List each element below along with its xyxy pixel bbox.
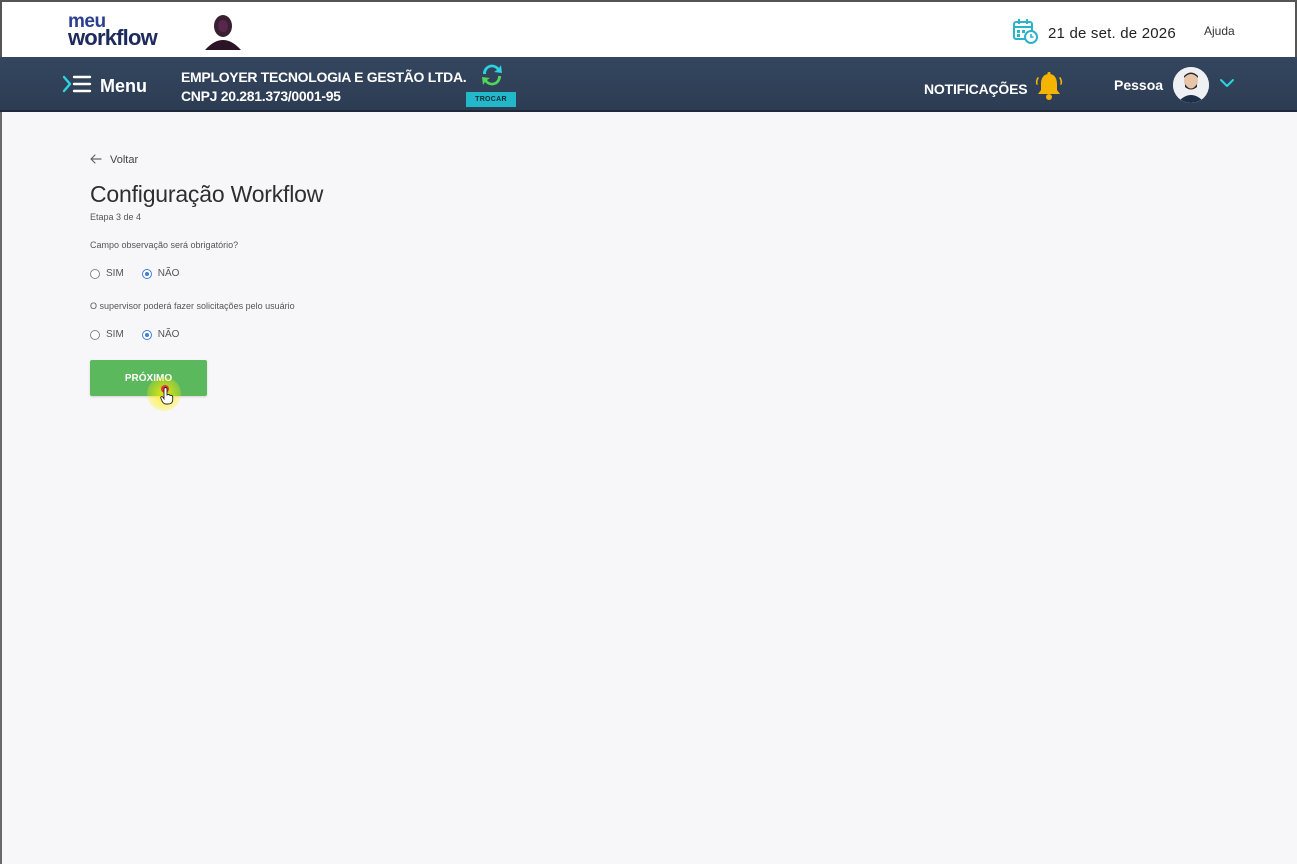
radio-option-nao[interactable]: NÃO (141, 268, 180, 279)
radio-button[interactable] (90, 268, 100, 279)
radio-label: NÃO (157, 329, 180, 340)
menu-icon (62, 73, 92, 100)
radio-label: SIM (106, 329, 124, 340)
chevron-down-icon (1219, 75, 1235, 96)
radio-group-supervisor: SIM NÃO (90, 329, 179, 340)
company-info: EMPLOYER TECNOLOGIA E GESTÃO LTDA. CNPJ … (181, 68, 467, 106)
radio-group-observation: SIM NÃO (90, 268, 179, 279)
radio-label: NÃO (157, 268, 180, 279)
refresh-icon (479, 61, 505, 94)
radio-option-nao[interactable]: NÃO (141, 329, 180, 340)
company-name: EMPLOYER TECNOLOGIA E GESTÃO LTDA. (181, 69, 467, 85)
notifications-button[interactable]: NOTIFICAÇÕES (924, 70, 1065, 107)
user-menu[interactable]: Pessoa (1114, 67, 1235, 103)
meu-workflow-logo[interactable]: meu workflow (68, 12, 158, 50)
current-date: 21 de set. de 2026 (1048, 25, 1176, 42)
back-label: Voltar (110, 154, 139, 166)
bell-icon (1033, 70, 1065, 107)
user-name: Pessoa (1114, 77, 1164, 93)
radio-button-selected[interactable] (141, 329, 152, 340)
radio-button-selected[interactable] (141, 268, 152, 279)
calendar-clock-icon (1012, 18, 1038, 49)
switch-badge: TROCAR (466, 92, 516, 107)
avatar (1173, 67, 1210, 103)
switch-company-button[interactable]: TROCAR (466, 61, 516, 109)
main-navbar: Menu EMPLOYER TECNOLOGIA E GESTÃO LTDA. … (0, 57, 1297, 112)
radio-option-sim[interactable]: SIM (90, 329, 124, 340)
radio-option-sim[interactable]: SIM (90, 268, 124, 279)
arrow-left-icon (90, 151, 102, 169)
help-link[interactable]: Ajuda (1204, 24, 1235, 38)
radio-label: SIM (106, 268, 124, 279)
notifications-label: NOTIFICAÇÕES (924, 80, 1028, 97)
company-cnpj: CNPJ 20.281.373/0001-95 (181, 88, 341, 104)
hand-pointer-icon (160, 387, 174, 410)
question-supervisor-requests: O supervisor poderá fazer solicitações p… (90, 301, 295, 311)
menu-label: Menu (100, 76, 147, 96)
radio-button[interactable] (90, 329, 100, 340)
user-photo (201, 12, 245, 50)
window-edge (0, 112, 2, 864)
question-observation-required: Campo observação será obrigatório? (90, 240, 239, 250)
top-header: meu workflow 21 de set. de 2026 Ajuda (0, 0, 1297, 57)
date-display: 21 de set. de 2026 (1012, 18, 1176, 49)
logo-text-bottom: workflow (68, 25, 158, 50)
page-title: Configuração Workflow (90, 181, 324, 207)
back-link[interactable]: Voltar (90, 151, 138, 169)
menu-button[interactable]: Menu (62, 73, 147, 100)
step-indicator: Etapa 3 de 4 (90, 212, 142, 222)
